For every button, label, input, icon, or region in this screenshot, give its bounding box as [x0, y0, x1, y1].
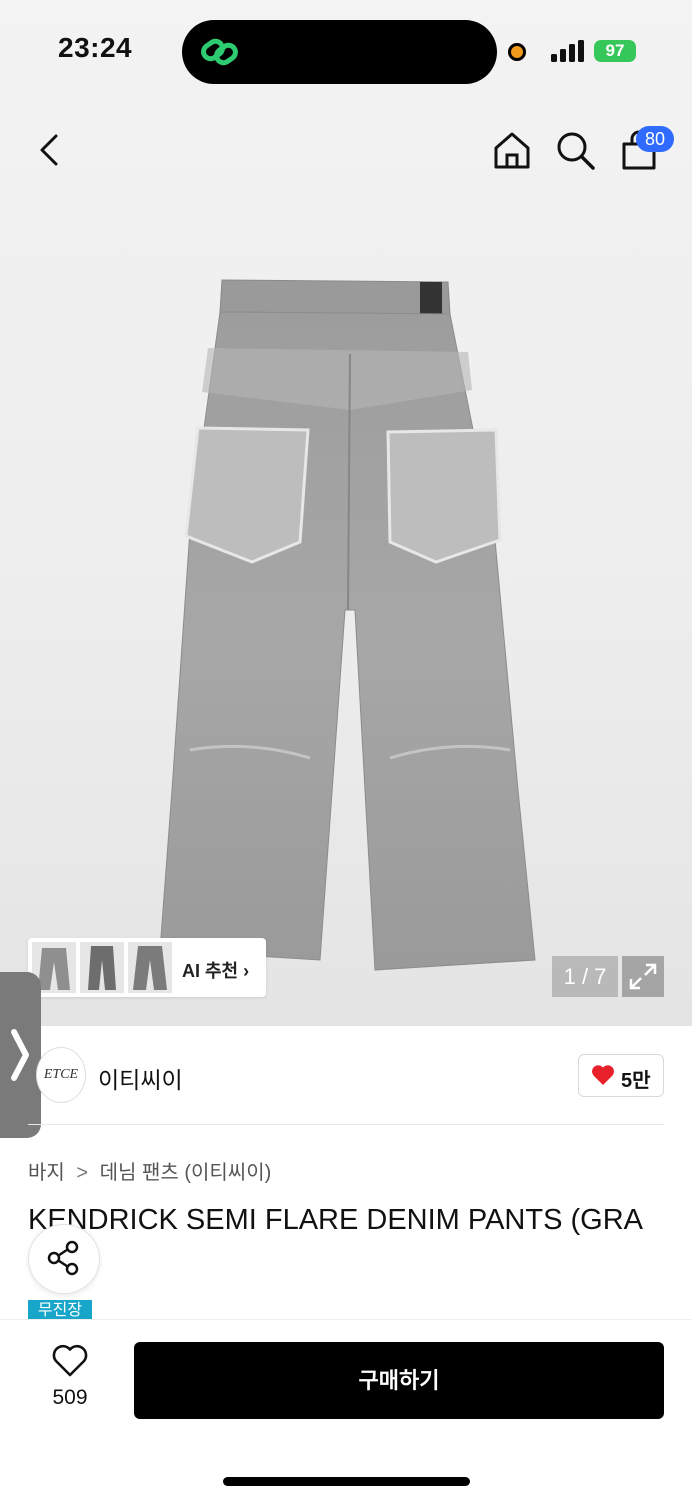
divider	[28, 1124, 664, 1125]
ai-recommend-strip[interactable]: AI 추천 ›	[28, 938, 266, 997]
brand-name[interactable]: 이티씨이	[98, 1061, 183, 1095]
share-button[interactable]	[28, 1224, 100, 1294]
buy-button[interactable]: 구매하기	[134, 1342, 664, 1419]
breadcrumb-category[interactable]: 바지	[28, 1162, 65, 1184]
product-photo-jeans	[159, 279, 536, 971]
wish-count: 509	[52, 1386, 88, 1409]
home-icon[interactable]	[490, 128, 534, 172]
recommend-thumbnail[interactable]	[128, 942, 172, 993]
dynamic-island	[182, 20, 497, 84]
share-icon	[47, 1240, 79, 1276]
link-app-icon	[201, 38, 238, 66]
battery-icon: 97	[594, 40, 636, 62]
home-indicator[interactable]	[223, 1477, 470, 1486]
cart-count-badge: 80	[636, 126, 674, 152]
heart-filled-icon	[592, 1065, 614, 1085]
signal-icon	[551, 40, 584, 62]
jeans-thumbnail-icon	[133, 946, 167, 990]
product-title: KENDRICK SEMI FLARE DENIM PANTS (GRA	[28, 1204, 643, 1236]
brand-logo[interactable]: ETCE	[36, 1047, 86, 1103]
recording-indicator	[508, 43, 526, 61]
breadcrumb-subcategory[interactable]: 데님 팬츠 (이티씨이)	[100, 1162, 272, 1184]
expand-icon[interactable]	[622, 956, 664, 997]
chevron-right-icon: ›	[243, 961, 250, 981]
status-time: 23:24	[58, 32, 133, 63]
search-icon[interactable]	[553, 128, 597, 172]
jeans-thumbnail-icon	[88, 946, 116, 990]
ai-recommend-text: AI 추천	[182, 961, 239, 981]
back-button[interactable]	[30, 128, 74, 172]
breadcrumb: 바지 > 데님 팬츠 (이티씨이)	[28, 1156, 271, 1185]
breadcrumb-separator: >	[76, 1162, 89, 1184]
image-page-counter: 1 / 7	[552, 956, 618, 997]
ai-recommend-label[interactable]: AI 추천 ›	[182, 957, 249, 983]
brand-like-count: 5만	[621, 1070, 651, 1092]
brand-like-button[interactable]: 5만	[578, 1054, 664, 1097]
recommend-thumbnail[interactable]	[80, 942, 124, 993]
heart-outline-icon[interactable]	[52, 1344, 88, 1378]
chevron-right-icon	[11, 1029, 29, 1081]
side-panel-handle[interactable]	[0, 972, 41, 1138]
